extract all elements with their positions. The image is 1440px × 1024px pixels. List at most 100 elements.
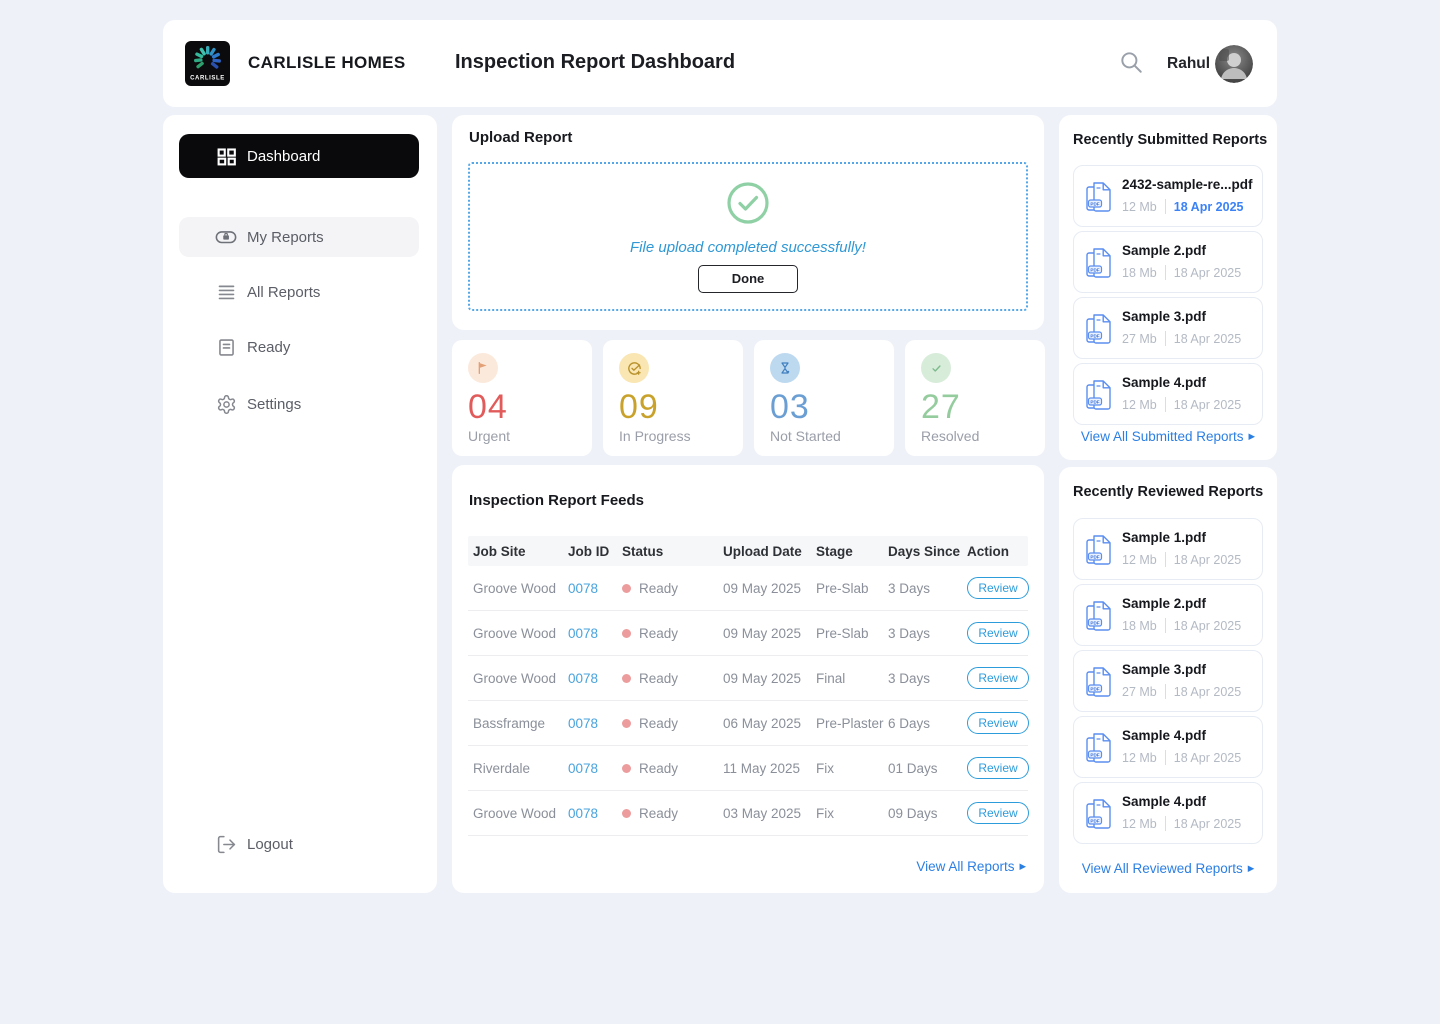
app-root: CARLISLE CARLISLE HOMES Inspection Repor… [0,0,1440,1024]
sidebar-item-label: Ready [247,338,291,356]
cell-job-site: Riverdale [473,760,531,776]
view-all-reports-link[interactable]: View All Reports ▶ [916,859,1026,874]
cell-stage: Final [816,670,846,686]
status-dot [622,628,631,638]
table-row: Groove Wood 0078 Ready 03 May 2025 Fix 0… [468,791,1029,836]
sidebar-item-label: All Reports [247,283,321,301]
cell-job-site: Groove Wood [473,580,557,596]
file-item[interactable]: Sample 2.pdf 18 Mb 18 Apr 2025 [1073,584,1263,646]
briefcase-badge-icon [215,226,237,248]
stat-value: 09 [619,388,659,426]
brand-name: CARLISLE HOMES [248,53,406,72]
top-bar: CARLISLE CARLISLE HOMES Inspection Repor… [163,20,1277,107]
sidebar-item-label: My Reports [247,228,324,246]
view-all-submitted-link[interactable]: View All Submitted Reports ▶ [1059,429,1277,444]
divider [1164,816,1166,831]
carlisle-logo-icon: CARLISLE [185,41,230,86]
stat-card-urgent: 04 Urgent [452,340,592,456]
col-job-id: Job ID [568,543,610,559]
file-name: Sample 4.pdf [1122,375,1207,390]
recently-submitted-reports: Recently Submitted Reports 2432-sample-r… [1059,115,1277,460]
cell-status: Ready [639,805,679,821]
job-id-link[interactable]: 0078 [568,716,598,731]
stat-label: Resolved [921,428,980,444]
col-upload-date: Upload Date [723,543,802,559]
inspection-report-feeds: Inspection Report Feeds Job Site Job ID … [452,465,1044,893]
pdf-file-icon [1084,599,1112,637]
cell-stage: Pre-Slab [816,625,869,641]
file-size: 18 Mb [1122,265,1157,280]
cell-job-site: Bassframge [473,715,546,731]
arrow-right-icon: ▶ [1019,861,1026,872]
status-dot [622,583,631,593]
file-name: Sample 2.pdf [1122,243,1207,258]
cell-upload-date: 06 May 2025 [723,715,802,731]
pdf-file-icon [1084,665,1112,703]
review-button[interactable]: Review [967,757,1029,779]
user-avatar[interactable] [1215,45,1253,83]
done-button[interactable]: Done [698,264,798,293]
submitted-title: Recently Submitted Reports [1073,132,1268,148]
file-item[interactable]: Sample 4.pdf 12 Mb 18 Apr 2025 [1073,716,1263,778]
file-date: 18 Apr 2025 [1173,331,1242,346]
file-item[interactable]: 2432-sample-re...pdf 12 Mb 18 Apr 2025 [1073,165,1263,227]
file-date: 18 Apr 2025 [1173,750,1242,765]
file-item[interactable]: Sample 1.pdf 12 Mb 18 Apr 2025 [1073,518,1263,580]
upload-dropzone[interactable]: File upload completed successfully! Done [468,162,1028,311]
file-item[interactable]: Sample 3.pdf 27 Mb 18 Apr 2025 [1073,297,1263,359]
sidebar-item-my-reports[interactable]: My Reports [179,217,419,257]
job-id-link[interactable]: 0078 [568,761,598,776]
file-item[interactable]: Sample 4.pdf 12 Mb 18 Apr 2025 [1073,363,1263,425]
sidebar-item-settings[interactable]: Settings [179,384,419,424]
arrow-right-icon: ▶ [1247,863,1255,874]
pdf-file-icon [1084,312,1112,350]
upload-success-message: File upload completed successfully! [630,238,866,256]
cell-stage: Pre-Slab [816,580,869,596]
review-button[interactable]: Review [967,712,1029,734]
stat-label: Urgent [468,428,511,444]
file-date: 18 Apr 2025 [1173,265,1242,280]
col-status: Status [622,543,664,559]
col-action: Action [967,543,1009,559]
sidebar-item-all-reports[interactable]: All Reports [179,272,419,312]
file-item[interactable]: Sample 3.pdf 27 Mb 18 Apr 2025 [1073,650,1263,712]
job-id-link[interactable]: 0078 [568,581,598,596]
sidebar: Dashboard My Reports All Reports Ready S… [163,115,437,893]
table-row: Groove Wood 0078 Ready 09 May 2025 Final… [468,656,1029,701]
job-id-link[interactable]: 0078 [568,626,598,641]
job-id-link[interactable]: 0078 [568,671,598,686]
file-size: 12 Mb [1122,199,1157,214]
view-all-reviewed-link[interactable]: View All Reviewed Reports ▶ [1059,861,1277,876]
divider [1164,750,1166,765]
search-icon[interactable] [1116,48,1146,78]
file-item[interactable]: Sample 4.pdf 12 Mb 18 Apr 2025 [1073,782,1263,844]
divider [1164,199,1166,214]
file-size: 12 Mb [1122,397,1157,412]
cell-status: Ready [639,760,679,776]
sidebar-item-ready[interactable]: Ready [179,327,419,367]
review-button[interactable]: Review [967,667,1029,689]
divider [1164,552,1166,567]
cell-job-site: Groove Wood [473,625,557,641]
review-button[interactable]: Review [967,622,1029,644]
file-size: 27 Mb [1122,684,1157,699]
progress-check-icon [619,353,649,383]
pdf-file-icon [1084,797,1112,835]
table-header-row: Job Site Job ID Status Upload Date Stage… [468,536,1028,566]
logout-button[interactable]: Logout [179,824,419,864]
file-date: 18 Apr 2025 [1173,397,1242,412]
sidebar-item-dashboard[interactable]: Dashboard [179,134,419,178]
file-size: 27 Mb [1122,331,1157,346]
review-button[interactable]: Review [967,577,1029,599]
cell-status: Ready [639,715,679,731]
file-item[interactable]: Sample 2.pdf 18 Mb 18 Apr 2025 [1073,231,1263,293]
stat-value: 27 [921,388,961,426]
review-button[interactable]: Review [967,802,1029,824]
stat-label: In Progress [619,428,691,444]
job-id-link[interactable]: 0078 [568,806,598,821]
file-date: 18 Apr 2025 [1173,552,1242,567]
cell-upload-date: 09 May 2025 [723,670,802,686]
col-days-since: Days Since [888,543,961,559]
cell-job-site: Groove Wood [473,670,557,686]
cell-status: Ready [639,580,679,596]
